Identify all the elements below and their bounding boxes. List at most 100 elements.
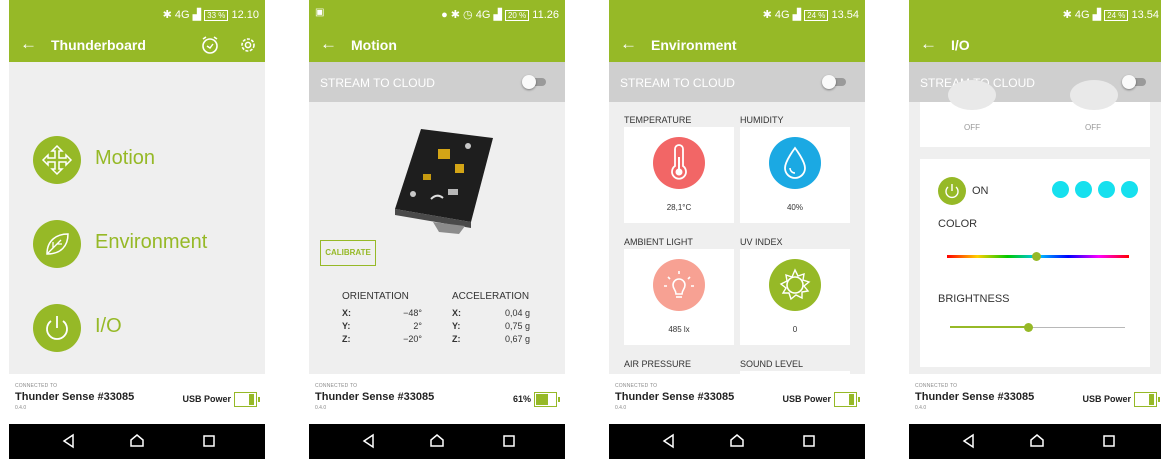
acceleration-row: Z: 0,67 g bbox=[452, 334, 530, 346]
orientation-row: X: −48° bbox=[342, 308, 422, 320]
gear-icon[interactable] bbox=[237, 34, 259, 56]
orientation-value: 2° bbox=[413, 321, 422, 331]
nav-back-icon[interactable] bbox=[61, 433, 77, 449]
uv-index-value: 0 bbox=[792, 325, 798, 334]
android-nav-bar bbox=[9, 424, 265, 459]
orientation-value: −48° bbox=[403, 308, 422, 318]
nav-back-icon[interactable] bbox=[661, 433, 677, 449]
sound-level-label: SOUND LEVEL bbox=[740, 359, 804, 369]
power-status: USB Power bbox=[782, 392, 860, 407]
uv-index-label: UV INDEX bbox=[740, 237, 783, 247]
back-arrow-icon[interactable]: ← bbox=[920, 34, 937, 54]
led-power-button[interactable] bbox=[938, 177, 966, 205]
app-title: I/O bbox=[951, 37, 970, 53]
nav-home-icon[interactable] bbox=[429, 433, 445, 449]
network-label: 4G bbox=[774, 9, 790, 21]
io-screen: ✱ 4G ▟ 24 % 13.54 ← I/O STREAM TO CLOUD … bbox=[909, 0, 1161, 459]
nav-home-icon[interactable] bbox=[129, 433, 145, 449]
switch-state: OFF bbox=[1085, 123, 1101, 132]
lightbulb-icon bbox=[653, 259, 705, 311]
android-nav-bar bbox=[309, 424, 565, 459]
status-bar: ✱ 4G ▟ 24 % 13.54 bbox=[909, 0, 1161, 28]
environment-panel: TEMPERATURE HUMIDITY 28,1°C 40% AMBIENT bbox=[609, 102, 865, 374]
device-name: Thunder Sense #33085 bbox=[315, 391, 435, 403]
connected-caption: CONNECTED TO bbox=[915, 383, 958, 389]
humidity-card[interactable]: 40% bbox=[740, 127, 850, 223]
app-bar: ← Motion bbox=[309, 28, 565, 62]
battery-status: 61% bbox=[512, 392, 560, 407]
network-label: 4G bbox=[174, 9, 190, 21]
back-arrow-icon[interactable]: ← bbox=[620, 34, 637, 54]
humidity-value: 40% bbox=[786, 203, 803, 212]
nav-home-icon[interactable] bbox=[1029, 433, 1045, 449]
battery-label: 33 % bbox=[204, 10, 229, 21]
connected-caption: CONNECTED TO bbox=[15, 383, 58, 389]
stream-toggle[interactable] bbox=[1122, 75, 1148, 89]
status-icons: ✱ 4G ▟ 33 % 12.10 bbox=[162, 9, 259, 21]
battery-label: 20 % bbox=[504, 10, 530, 21]
back-arrow-icon[interactable]: ← bbox=[320, 34, 337, 54]
nav-back-icon[interactable] bbox=[961, 433, 977, 449]
status-icons: ● ✱ ◷ 4G ▟ 20 % 11.26 bbox=[441, 9, 559, 21]
led-state-label: ON bbox=[972, 185, 989, 197]
axis-label: X: bbox=[342, 308, 351, 318]
menu-item-motion[interactable]: Motion bbox=[33, 136, 253, 184]
app-bar: ← Environment bbox=[609, 28, 865, 62]
brightness-label: BRIGHTNESS bbox=[938, 293, 1010, 305]
temperature-value: 28,1°C bbox=[666, 203, 692, 212]
calibrate-button[interactable]: CALIBRATE bbox=[320, 240, 376, 266]
motion-panel: CALIBRATE ORIENTATION ACCELERATION X: −48… bbox=[309, 102, 565, 374]
menu-item-io[interactable]: I/O bbox=[33, 304, 253, 352]
image-notification-icon: ▣ bbox=[315, 7, 325, 18]
axis-label: Z: bbox=[452, 334, 461, 344]
back-arrow-icon[interactable]: ← bbox=[20, 34, 37, 54]
nav-recents-icon[interactable] bbox=[201, 433, 217, 449]
network-label: 4G bbox=[475, 9, 491, 21]
sun-icon bbox=[769, 259, 821, 311]
clock: 12.10 bbox=[231, 9, 259, 21]
status-bar: ✱ 4G ▟ 33 % 12.10 bbox=[9, 0, 265, 28]
nav-recents-icon[interactable] bbox=[1101, 433, 1117, 449]
app-bar: ← I/O bbox=[909, 28, 1161, 62]
app-title: Thunderboard bbox=[51, 37, 146, 53]
move-arrows-icon bbox=[33, 136, 81, 184]
stream-toggle[interactable] bbox=[822, 75, 848, 89]
acceleration-row: X: 0,04 g bbox=[452, 308, 530, 320]
firmware-version: 0.4.0 bbox=[15, 405, 27, 411]
axis-label: Y: bbox=[452, 321, 461, 331]
led-indicator bbox=[1098, 181, 1115, 198]
clock: 13.54 bbox=[1131, 9, 1159, 21]
thermometer-icon bbox=[653, 137, 705, 189]
temperature-card[interactable]: 28,1°C bbox=[624, 127, 734, 223]
battery-percent: 61% bbox=[512, 393, 531, 404]
android-nav-bar bbox=[609, 424, 865, 459]
nav-recents-icon[interactable] bbox=[501, 433, 517, 449]
led-indicator bbox=[1075, 181, 1092, 198]
nav-home-icon[interactable] bbox=[729, 433, 745, 449]
io-panel: OFF OFF ON COLOR BRIGHTNESS bbox=[909, 80, 1161, 374]
battery-icon bbox=[534, 392, 560, 407]
led-indicator bbox=[1121, 181, 1138, 198]
thunderboard-home-screen: ✱ 4G ▟ 33 % 12.10 ← Thunderboard Motion bbox=[9, 0, 265, 459]
clock-alarm-icon[interactable] bbox=[199, 34, 221, 56]
temperature-label: TEMPERATURE bbox=[624, 115, 692, 125]
droplet-icon bbox=[769, 137, 821, 189]
ambient-light-card[interactable]: 485 lx bbox=[624, 249, 734, 345]
color-slider-thumb[interactable] bbox=[1031, 252, 1041, 261]
status-icons: ✱ 4G ▟ 24 % 13.54 bbox=[762, 9, 859, 21]
uv-index-card[interactable]: 0 bbox=[740, 249, 850, 345]
nav-recents-icon[interactable] bbox=[801, 433, 817, 449]
device-name: Thunder Sense #33085 bbox=[15, 391, 135, 403]
axis-label: Z: bbox=[342, 334, 351, 344]
switch-indicator bbox=[948, 80, 996, 110]
app-title: Environment bbox=[651, 37, 737, 53]
battery-label: 24 % bbox=[1104, 10, 1129, 21]
leaf-icon bbox=[33, 220, 81, 268]
nav-back-icon[interactable] bbox=[361, 433, 377, 449]
power-status: USB Power bbox=[1082, 392, 1160, 407]
stream-toggle[interactable] bbox=[522, 75, 548, 89]
led-indicator bbox=[1052, 181, 1069, 198]
menu-item-environment[interactable]: Environment bbox=[33, 220, 253, 268]
brightness-slider-thumb[interactable] bbox=[1024, 323, 1034, 332]
stream-to-cloud-row: STREAM TO CLOUD bbox=[909, 62, 1161, 102]
